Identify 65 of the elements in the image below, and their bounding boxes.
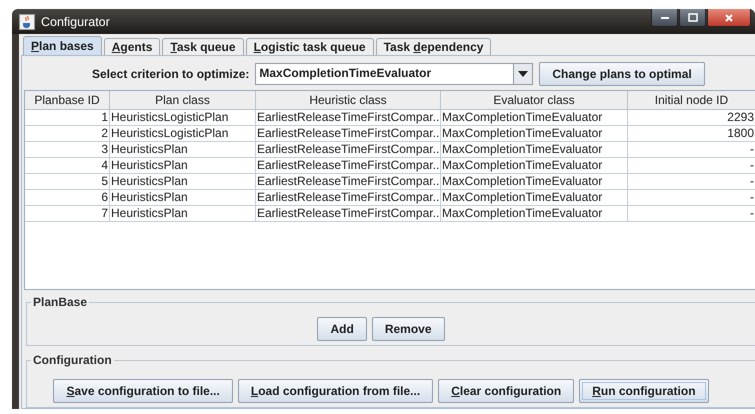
tab[interactable]: Plan bases — [23, 36, 102, 55]
table-cell: 3 — [25, 142, 110, 158]
tab[interactable]: Logistic task queue — [246, 38, 374, 55]
table-cell: HeuristicsPlan — [110, 158, 256, 174]
action-button[interactable]: Run configuration — [579, 379, 709, 403]
table-cell: - — [628, 174, 755, 190]
table-cell: 2293 — [628, 110, 755, 126]
table-cell: 7 — [25, 206, 110, 222]
table-cell: MaxCompletionTimeEvaluator — [441, 142, 628, 158]
table-cell: - — [628, 158, 755, 174]
table-cell: 2 — [25, 126, 110, 142]
window-title: Configurator — [41, 14, 110, 28]
table-cell: 1 — [25, 110, 110, 126]
table-cell: HeuristicsPlan — [110, 142, 256, 158]
table-cell: MaxCompletionTimeEvaluator — [441, 158, 628, 174]
table-cell: HeuristicsLogisticPlan — [110, 126, 256, 142]
maximize-icon — [688, 12, 698, 22]
table-cell: MaxCompletionTimeEvaluator — [441, 126, 628, 142]
action-button[interactable]: Clear configuration — [438, 379, 574, 403]
column-header[interactable]: Planbase ID — [25, 91, 110, 110]
table-cell: EarliestReleaseTimeFirstCompar... — [256, 190, 441, 206]
group-title: PlanBase — [31, 295, 90, 309]
table-cell: MaxCompletionTimeEvaluator — [441, 190, 628, 206]
minimize-icon — [660, 16, 668, 18]
column-header[interactable]: Heuristic class — [256, 91, 441, 110]
table-cell: EarliestReleaseTimeFirstCompar... — [256, 206, 441, 222]
table-cell: EarliestReleaseTimeFirstCompar... — [256, 174, 441, 190]
action-button[interactable]: Add — [317, 317, 367, 341]
table-cell: MaxCompletionTimeEvaluator — [441, 110, 628, 126]
table-cell: EarliestReleaseTimeFirstCompar... — [256, 126, 441, 142]
cup-icon — [19, 14, 35, 30]
close-button[interactable] — [707, 9, 751, 27]
tab[interactable]: Task queue — [162, 38, 244, 55]
maximize-button[interactable] — [679, 9, 706, 27]
table-cell: - — [628, 206, 755, 222]
table-cell: HeuristicsPlan — [110, 190, 256, 206]
close-icon — [724, 12, 734, 22]
tab[interactable]: Task dependency — [376, 38, 492, 55]
table-cell: EarliestReleaseTimeFirstCompar... — [256, 110, 441, 126]
action-button[interactable]: Load configuration from file... — [238, 379, 434, 403]
table-cell: 4 — [25, 158, 110, 174]
criterion-dropdown[interactable]: MaxCompletionTimeEvaluator — [255, 63, 534, 85]
criterion-label: Select criterion to optimize: — [92, 67, 250, 81]
group-title: Configuration — [31, 353, 114, 367]
table-cell: 5 — [25, 174, 110, 190]
tab[interactable]: Agents — [104, 38, 160, 55]
table-cell: - — [628, 190, 755, 206]
table-cell: MaxCompletionTimeEvaluator — [441, 206, 628, 222]
column-header[interactable]: Plan class — [110, 91, 256, 110]
table-cell: 6 — [25, 190, 110, 206]
column-header[interactable]: Initial node ID — [628, 91, 755, 110]
action-button[interactable]: Remove — [372, 317, 444, 341]
table-cell: HeuristicsPlan — [110, 206, 256, 222]
table-cell: HeuristicsPlan — [110, 174, 256, 190]
change-plans-button[interactable]: Change plans to optimal — [539, 62, 705, 86]
minimize-button[interactable] — [651, 9, 678, 27]
table-cell: 1800 — [628, 126, 755, 142]
table-cell: EarliestReleaseTimeFirstCompar... — [256, 158, 441, 174]
table-cell: HeuristicsLogisticPlan — [110, 110, 256, 126]
action-button[interactable]: Save configuration to file... — [53, 379, 233, 403]
table-cell: MaxCompletionTimeEvaluator — [441, 174, 628, 190]
table-cell: - — [628, 142, 755, 158]
dropdown-arrow-icon — [518, 71, 528, 77]
column-header[interactable]: Evaluator class — [441, 91, 628, 110]
table-cell: EarliestReleaseTimeFirstCompar... — [256, 142, 441, 158]
